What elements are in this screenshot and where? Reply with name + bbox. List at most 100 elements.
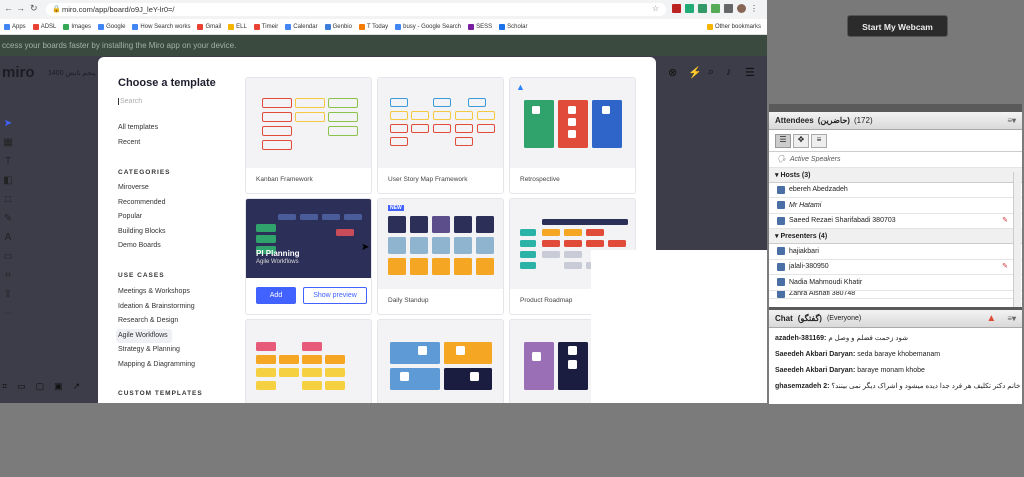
chat-text: seda baraye khobemanam	[857, 351, 941, 358]
usecase-item[interactable]: Meetings & Workshops	[118, 285, 195, 300]
category-item[interactable]: Popular	[118, 210, 165, 225]
template-card-kanban[interactable]: Kanban Framework	[245, 77, 372, 194]
start-webcam-button[interactable]: Start My Webcam	[847, 15, 948, 37]
status-view-icon[interactable]: ≡	[811, 133, 827, 148]
usecase-item[interactable]: Research & Design	[118, 314, 195, 329]
attendee-row[interactable]: Zahra Alshafi 380748	[769, 290, 1022, 299]
comment-icon[interactable]: ▭	[3, 251, 12, 262]
bookmark-item[interactable]: Google	[98, 23, 125, 30]
pen-icon[interactable]: ✎	[4, 213, 12, 224]
category-item[interactable]: Recommended	[118, 196, 165, 211]
shape-icon[interactable]: □	[5, 194, 11, 205]
crop-icon[interactable]: ⌗	[5, 270, 11, 281]
connector-icon[interactable]: A	[5, 232, 12, 243]
warning-icon[interactable]: ▲	[986, 310, 996, 327]
user-icon	[777, 262, 785, 271]
bookmark-item[interactable]: busy - Google Search	[395, 23, 461, 30]
comment-icon[interactable]: ▭	[17, 381, 26, 392]
extension-icon[interactable]	[698, 4, 707, 13]
chat-icon[interactable]: ▢	[36, 381, 45, 392]
extension-icon[interactable]	[685, 4, 694, 13]
custom-templates-heading: CUSTOM TEMPLATES	[118, 390, 203, 397]
presenters-section-header[interactable]: ▾ Presenters (4)	[769, 229, 1022, 244]
bookmark-item[interactable]: Apps	[4, 23, 26, 30]
bookmark-star-icon[interactable]: ☆	[652, 4, 659, 13]
usecase-item[interactable]: Strategy & Planning	[118, 343, 195, 358]
text-icon[interactable]: T	[5, 156, 11, 167]
attendee-row[interactable]: jalali-380950 ✎	[769, 260, 1022, 275]
bookmark-item[interactable]: How Search works	[132, 23, 190, 30]
upload-icon[interactable]: ⇪	[4, 289, 12, 300]
template-card[interactable]	[245, 319, 372, 403]
bookmark-item[interactable]: Timeir	[253, 23, 278, 30]
show-preview-button[interactable]: Show preview	[303, 287, 367, 304]
template-card-user-story-map[interactable]: User Story Map Framework	[377, 77, 504, 194]
url-text: miro.com/app/board/o9J_leY-lr0=/	[62, 5, 175, 14]
menu-icon[interactable]: ☰	[745, 66, 755, 79]
nav-all-templates[interactable]: All templates	[118, 121, 158, 136]
bookmark-item[interactable]: SESS	[468, 23, 492, 30]
back-icon[interactable]: ←	[4, 3, 13, 13]
puzzle-icon[interactable]	[724, 4, 733, 13]
add-template-button[interactable]: Add	[256, 287, 296, 304]
grid-view-icon[interactable]: ✥	[793, 133, 809, 148]
share-icon[interactable]: ↗	[73, 381, 81, 392]
grid-icon[interactable]: ⌗	[2, 381, 7, 392]
search-icon[interactable]: ⌕	[708, 66, 714, 79]
attendee-row[interactable]: ebereh Abedzadeh	[769, 183, 1022, 198]
bookmark-item[interactable]: Gmail	[197, 23, 221, 30]
close-icon[interactable]: ⊗	[668, 66, 677, 79]
extension-icon[interactable]	[672, 4, 681, 13]
category-item[interactable]: Miroverse	[118, 181, 165, 196]
bookmark-item[interactable]: Calendar	[285, 23, 318, 30]
hosts-section-header[interactable]: ▾ Hosts (3)	[769, 167, 1022, 183]
attendee-row[interactable]: Saeed Rezaei Sharifabadi 380703 ✎	[769, 214, 1022, 229]
bookmark-item[interactable]: ELL	[228, 23, 247, 30]
category-item[interactable]: Demo Boards	[118, 239, 165, 254]
usecase-item[interactable]: Ideation & Brainstorming	[118, 300, 195, 315]
lightning-icon[interactable]: ⚡	[688, 66, 702, 79]
nav-recent[interactable]: Recent	[118, 136, 158, 151]
bookmark-item[interactable]: Genbio	[324, 23, 352, 30]
bookmark-favicon-icon	[63, 23, 70, 30]
pod-menu-icon[interactable]: ≡▾	[1007, 112, 1022, 129]
bookmark-item[interactable]: ADSL	[32, 23, 57, 30]
bookmark-label: ADSL	[40, 23, 57, 30]
bell-icon[interactable]: ♪	[726, 66, 732, 78]
chat-text: خانم دکتر تکلیف هر فرد جدا دیده میشود و …	[831, 383, 1021, 390]
attendees-scrollbar[interactable]	[1013, 172, 1021, 308]
attendee-row[interactable]: Mr Hatami	[769, 198, 1022, 214]
bookmark-item[interactable]: Other bookmarks	[706, 23, 767, 30]
usecase-item-selected[interactable]: Agile Workflows	[116, 328, 172, 344]
bookmark-item[interactable]: Scholar	[499, 23, 528, 30]
template-card-daily-standup[interactable]: NEW Daily Standup	[377, 198, 504, 315]
template-card-retrospective[interactable]: ▲ Retrospective	[509, 77, 636, 194]
reload-icon[interactable]: ↻	[30, 3, 38, 14]
more-tools-icon[interactable]: ⋯	[3, 308, 13, 319]
template-search-input[interactable]: Search	[118, 98, 142, 105]
list-view-icon[interactable]: ☰	[775, 133, 791, 148]
cursor-icon[interactable]: ➤	[4, 118, 12, 129]
template-card[interactable]	[377, 319, 504, 403]
attendee-name: Zahra Alshafi 380748	[789, 290, 856, 298]
pod-divider	[769, 104, 1022, 112]
chat-scope: (Everyone)	[826, 315, 862, 322]
avatar[interactable]	[737, 4, 746, 13]
url-field[interactable]: 🔒 miro.com/app/board/o9J_leY-lr0=/ ☆	[46, 3, 666, 16]
miro-logo[interactable]: miro	[2, 64, 35, 81]
extension-icon[interactable]	[711, 4, 720, 13]
frame-icon[interactable]: ▦	[3, 137, 12, 148]
attendee-row[interactable]: hajiakbari	[769, 244, 1022, 260]
forward-icon[interactable]: →	[16, 3, 25, 13]
more-menu-icon[interactable]: ⋮	[750, 4, 758, 13]
template-card-pi-planning[interactable]: PI Planning Agile Workflows Add Show pre…	[245, 198, 372, 315]
attendee-name: jalali-380950	[789, 263, 829, 270]
pod-menu-icon[interactable]: ≡▾	[1001, 310, 1022, 327]
category-item[interactable]: Building Blocks	[118, 225, 165, 240]
attendee-row[interactable]: Nadia Mahmoudi Khatir	[769, 275, 1022, 291]
sticky-note-icon[interactable]: ◧	[3, 175, 12, 186]
screen-icon[interactable]: ▣	[54, 381, 63, 392]
usecase-item[interactable]: Mapping & Diagramming	[118, 358, 195, 373]
bookmark-item[interactable]: T Today	[358, 23, 388, 30]
bookmark-item[interactable]: Images	[63, 23, 91, 30]
